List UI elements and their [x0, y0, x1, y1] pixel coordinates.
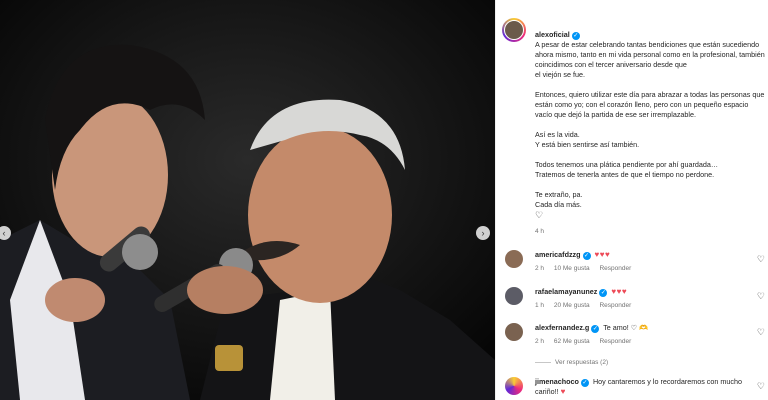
post-sidebar: alexoficial ✓ A pesar de estar celebrando… — [495, 0, 768, 400]
comment-item: alexfernandez.g ✓ Te amo! ♡ 🫶 2 h 62 Me g… — [505, 323, 767, 353]
post-photo[interactable]: ‹ › — [0, 0, 495, 400]
comment-username[interactable]: americafdzzg — [535, 250, 581, 259]
view-replies-label: Ver respuestas (2) — [555, 359, 609, 366]
view-replies-button[interactable]: Ver respuestas (2) — [535, 359, 608, 366]
verified-badge-icon: ✓ — [580, 379, 589, 387]
comment-avatar[interactable] — [505, 287, 523, 305]
post-caption: alexoficial ✓ A pesar de estar celebrando… — [535, 20, 767, 220]
reply-button[interactable]: Responder — [599, 338, 631, 345]
comment-time[interactable]: 2 h — [535, 265, 544, 272]
comment-item: rafaelamayanunez ✓ ♥♥♥ 1 h 20 Me gusta Re… — [505, 287, 767, 317]
caption-paragraph-3: Así es la vida. Y está bien sentirse así… — [535, 130, 640, 149]
comment-username[interactable]: jimenachoco — [535, 377, 579, 386]
heart-emoji-icon: ♥ — [560, 387, 566, 396]
like-heart-icon[interactable]: ♡ — [757, 291, 765, 302]
caption-paragraph-2: Entonces, quiero utilizar este día para … — [535, 90, 765, 119]
caption-paragraph-1: A pesar de estar celebrando tantas bendi… — [535, 40, 765, 79]
post-timestamp[interactable]: 4 h — [535, 228, 544, 235]
comment-time[interactable]: 2 h — [535, 338, 544, 345]
comment-username[interactable]: rafaelamayanunez — [535, 287, 597, 296]
photo-illustration — [0, 0, 495, 400]
author-avatar-image — [504, 20, 524, 40]
author-username[interactable]: alexoficial — [535, 30, 570, 39]
verified-badge-icon: ✓ — [599, 289, 608, 297]
comment-item: jimenachoco ✓ Hoy cantaremos y lo recorda… — [505, 377, 767, 400]
reply-button[interactable]: Responder — [599, 302, 631, 309]
caption-heart-icon: ♡ — [535, 210, 544, 220]
verified-badge-icon: ✓ — [571, 32, 580, 40]
heart-emoji-icon: ♥♥♥ — [611, 287, 628, 296]
instagram-post-view: ‹ › alexoficial ✓ A pesar de estar celebr… — [0, 0, 768, 400]
chevron-right-icon: › — [481, 227, 485, 238]
comment-likes[interactable]: 10 Me gusta — [554, 265, 590, 272]
next-slide-button[interactable]: › — [476, 226, 490, 240]
comment-text: rafaelamayanunez ✓ ♥♥♥ — [535, 287, 755, 297]
verified-badge-icon: ✓ — [591, 325, 600, 333]
comment-text: alexfernandez.g ✓ Te amo! ♡ 🫶 — [535, 323, 755, 333]
verified-badge-icon: ✓ — [582, 252, 591, 260]
chevron-left-icon: ‹ — [2, 227, 6, 238]
comment-meta: 1 h 20 Me gusta Responder — [535, 302, 639, 309]
comment-item: americafdzzg ✓ ♥♥♥ 2 h 10 Me gusta Respon… — [505, 250, 767, 280]
comment-meta: 2 h 62 Me gusta Responder — [535, 338, 639, 345]
reply-button[interactable]: Responder — [599, 265, 631, 272]
comment-likes[interactable]: 20 Me gusta — [554, 302, 590, 309]
author-avatar[interactable] — [502, 18, 526, 42]
comment-message: Te amo! ♡ 🫶 — [603, 323, 649, 332]
caption-paragraph-5: Te extraño, pa. Cada día más. — [535, 190, 583, 209]
comment-avatar[interactable] — [505, 323, 523, 341]
comment-avatar[interactable] — [505, 250, 523, 268]
heart-emoji-icon: ♥♥♥ — [594, 250, 611, 259]
comment-text: americafdzzg ✓ ♥♥♥ — [535, 250, 755, 260]
comment-text: jimenachoco ✓ Hoy cantaremos y lo recorda… — [535, 377, 755, 397]
like-heart-icon[interactable]: ♡ — [757, 254, 765, 265]
comment-username[interactable]: alexfernandez.g — [535, 323, 589, 332]
replies-divider — [535, 361, 551, 363]
comment-avatar[interactable] — [505, 377, 523, 395]
comment-time[interactable]: 1 h — [535, 302, 544, 309]
comment-meta: 2 h 10 Me gusta Responder — [535, 265, 639, 272]
comment-likes[interactable]: 62 Me gusta — [554, 338, 590, 345]
like-heart-icon[interactable]: ♡ — [757, 327, 765, 338]
like-heart-icon[interactable]: ♡ — [757, 381, 765, 392]
caption-paragraph-4: Todos tenemos una plática pendiente por … — [535, 160, 719, 179]
